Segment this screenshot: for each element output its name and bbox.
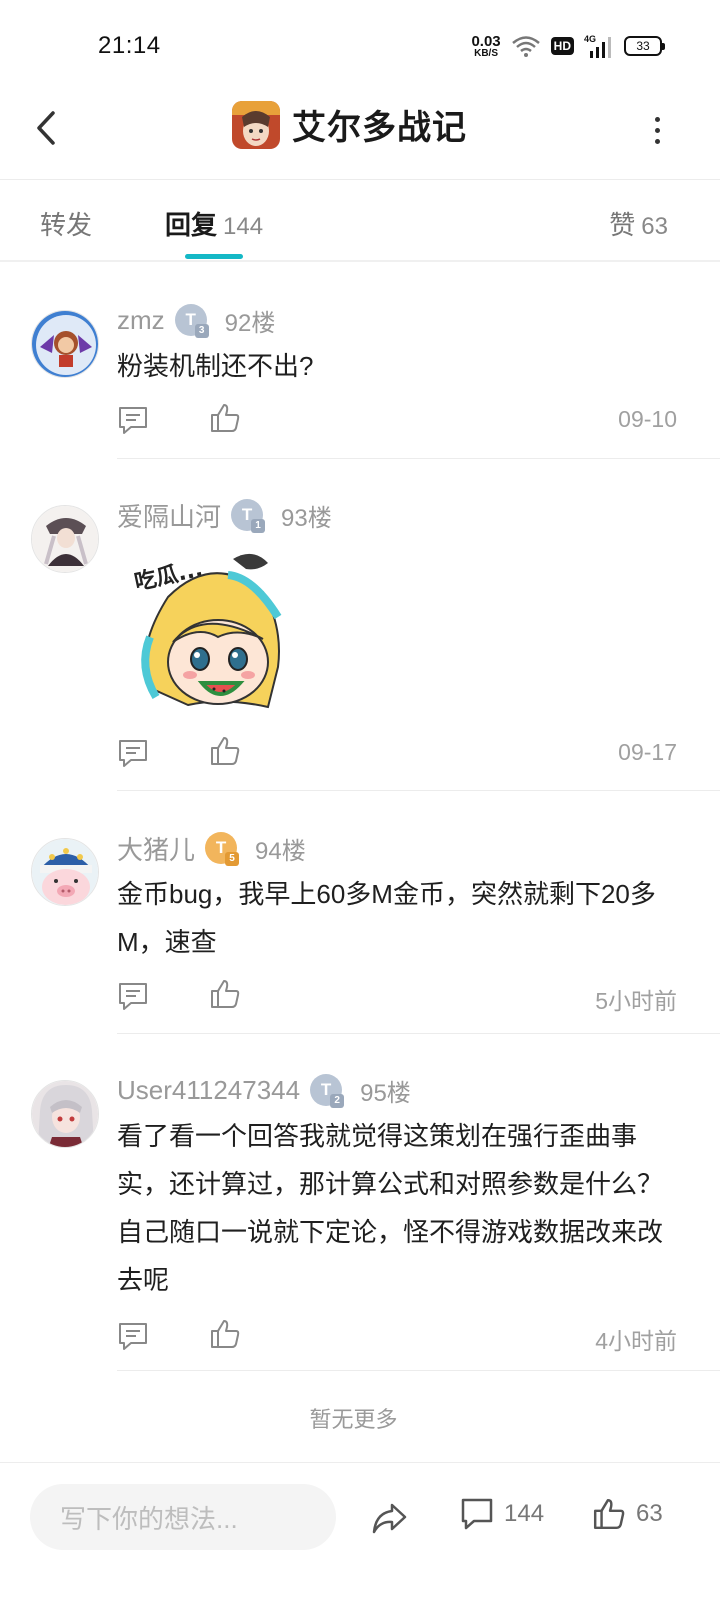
title-group[interactable]: 艾尔多战记: [232, 100, 467, 149]
back-arrow-icon: [37, 111, 55, 145]
net-speed-unit: KB/S: [474, 47, 498, 59]
more-vertical-icon: [654, 116, 660, 122]
tab-reply-count: 144: [223, 213, 264, 240]
avatar[interactable]: [31, 310, 99, 378]
reply-icon[interactable]: [117, 404, 149, 436]
comment-floor: 94楼: [255, 837, 306, 865]
comment-actions: 09-17: [117, 735, 677, 775]
tab-like-count: 63: [641, 213, 668, 240]
tab-reply[interactable]: 回复 144: [165, 205, 263, 242]
avatar[interactable]: [31, 838, 99, 906]
title-bar: 艾尔多战记: [0, 90, 720, 180]
network-label: 4G: [584, 34, 596, 44]
thumbs-up-icon[interactable]: [209, 1318, 241, 1350]
battery-icon: 33: [624, 36, 665, 56]
comment-count: 144: [504, 1500, 545, 1527]
badge-level: 1: [251, 519, 266, 533]
comment-floor: 95楼: [360, 1079, 411, 1107]
level-badge-icon: T 3: [174, 304, 209, 338]
comment-header: User411247344 T 2 95楼: [117, 1072, 411, 1108]
status-icons: 0.03 KB/S HD 4G 33: [471, 30, 665, 62]
tab-like-label: 赞: [609, 210, 636, 240]
comment-floor: 93楼: [281, 504, 332, 532]
thumbs-up-icon[interactable]: [209, 978, 241, 1010]
page-title: 艾尔多战记: [292, 109, 467, 147]
badge-level: 2: [330, 1094, 345, 1108]
reply-icon[interactable]: [117, 980, 149, 1012]
more-options-button[interactable]: [642, 110, 672, 150]
comment-username[interactable]: 大猪儿: [117, 830, 195, 867]
tab-reply-label: 回复: [165, 210, 218, 240]
reply-icon[interactable]: [117, 737, 149, 769]
thumbs-up-icon: [593, 1498, 625, 1530]
divider: [117, 1370, 720, 1371]
like-count: 63: [636, 1500, 663, 1527]
comment-header: 爱隔山河 T 1 93楼: [117, 497, 332, 533]
share-icon[interactable]: [370, 1499, 408, 1537]
comment-text: 金币bug，我早上60多M金币，突然就剩下20多M，速查: [117, 879, 656, 957]
bottom-action-bar: 写下你的想法... 144 63: [0, 1462, 720, 1600]
thumbs-up-icon[interactable]: [209, 402, 241, 434]
back-button[interactable]: [26, 108, 66, 148]
comment-text: 看了看一个回答我就觉得这策划在强行歪曲事实，还计算过，那计算公式和对照参数是什么…: [117, 1121, 664, 1295]
comment-input[interactable]: 写下你的想法...: [30, 1484, 336, 1550]
net-speed: 0.03 KB/S: [471, 34, 500, 59]
comment-actions: 09-10: [117, 402, 677, 442]
comment-bubble-icon: [461, 1498, 493, 1530]
like-count-button[interactable]: 63: [592, 1497, 663, 1531]
comment-time: 09-10: [618, 406, 677, 432]
thumbs-up-icon[interactable]: [209, 735, 241, 767]
app-icon: [232, 100, 280, 149]
comment-input-placeholder: 写下你的想法...: [60, 1503, 238, 1534]
comment-actions: 5小时前: [117, 978, 677, 1018]
net-speed-value: 0.03: [471, 32, 501, 50]
signal-4g-icon: 4G: [584, 34, 611, 58]
comment-time: 4小时前: [595, 1328, 677, 1354]
level-badge-icon: T 5: [205, 832, 240, 866]
tab-forward[interactable]: 转发: [40, 205, 92, 242]
tab-active-indicator: [185, 254, 243, 259]
comment-time: 09-17: [618, 739, 677, 765]
comment-actions: 4小时前: [117, 1318, 677, 1358]
comment-count-button[interactable]: 144: [460, 1497, 544, 1531]
comment-floor: 92楼: [224, 309, 276, 337]
tab-like[interactable]: 赞 63: [609, 205, 668, 242]
level-badge-icon: T 1: [231, 499, 266, 533]
comment-time: 5小时前: [595, 988, 677, 1014]
comment-header: zmz T 3 92楼: [117, 302, 275, 338]
battery-level: 33: [636, 39, 650, 53]
badge-level: 5: [225, 852, 240, 866]
status-bar: 21:14 0.03 KB/S HD 4G 33: [0, 0, 720, 90]
tab-bar: 转发 回复 144 赞 63: [0, 180, 720, 262]
tab-forward-label: 转发: [40, 210, 93, 240]
reply-icon[interactable]: [117, 1320, 149, 1352]
divider: [117, 458, 720, 459]
comment-username[interactable]: 爱隔山河: [117, 497, 221, 534]
comment-text: 粉装机制还不出?: [117, 351, 314, 381]
hd-icon: HD: [550, 37, 574, 55]
comment-username[interactable]: zmz: [117, 305, 165, 336]
no-more-text: 暂无更多: [309, 1407, 398, 1432]
level-badge-icon: T 2: [310, 1074, 345, 1108]
avatar[interactable]: [31, 505, 99, 573]
divider: [117, 790, 720, 791]
status-time: 21:14: [98, 32, 161, 59]
comment-header: 大猪儿 T 5 94楼: [117, 830, 306, 866]
sticker-image[interactable]: 吃瓜...: [128, 547, 293, 717]
badge-level: 3: [194, 324, 209, 338]
wifi-icon: [511, 36, 540, 57]
divider: [117, 1033, 720, 1034]
comment-username[interactable]: User411247344: [117, 1075, 300, 1106]
avatar[interactable]: [31, 1080, 99, 1148]
